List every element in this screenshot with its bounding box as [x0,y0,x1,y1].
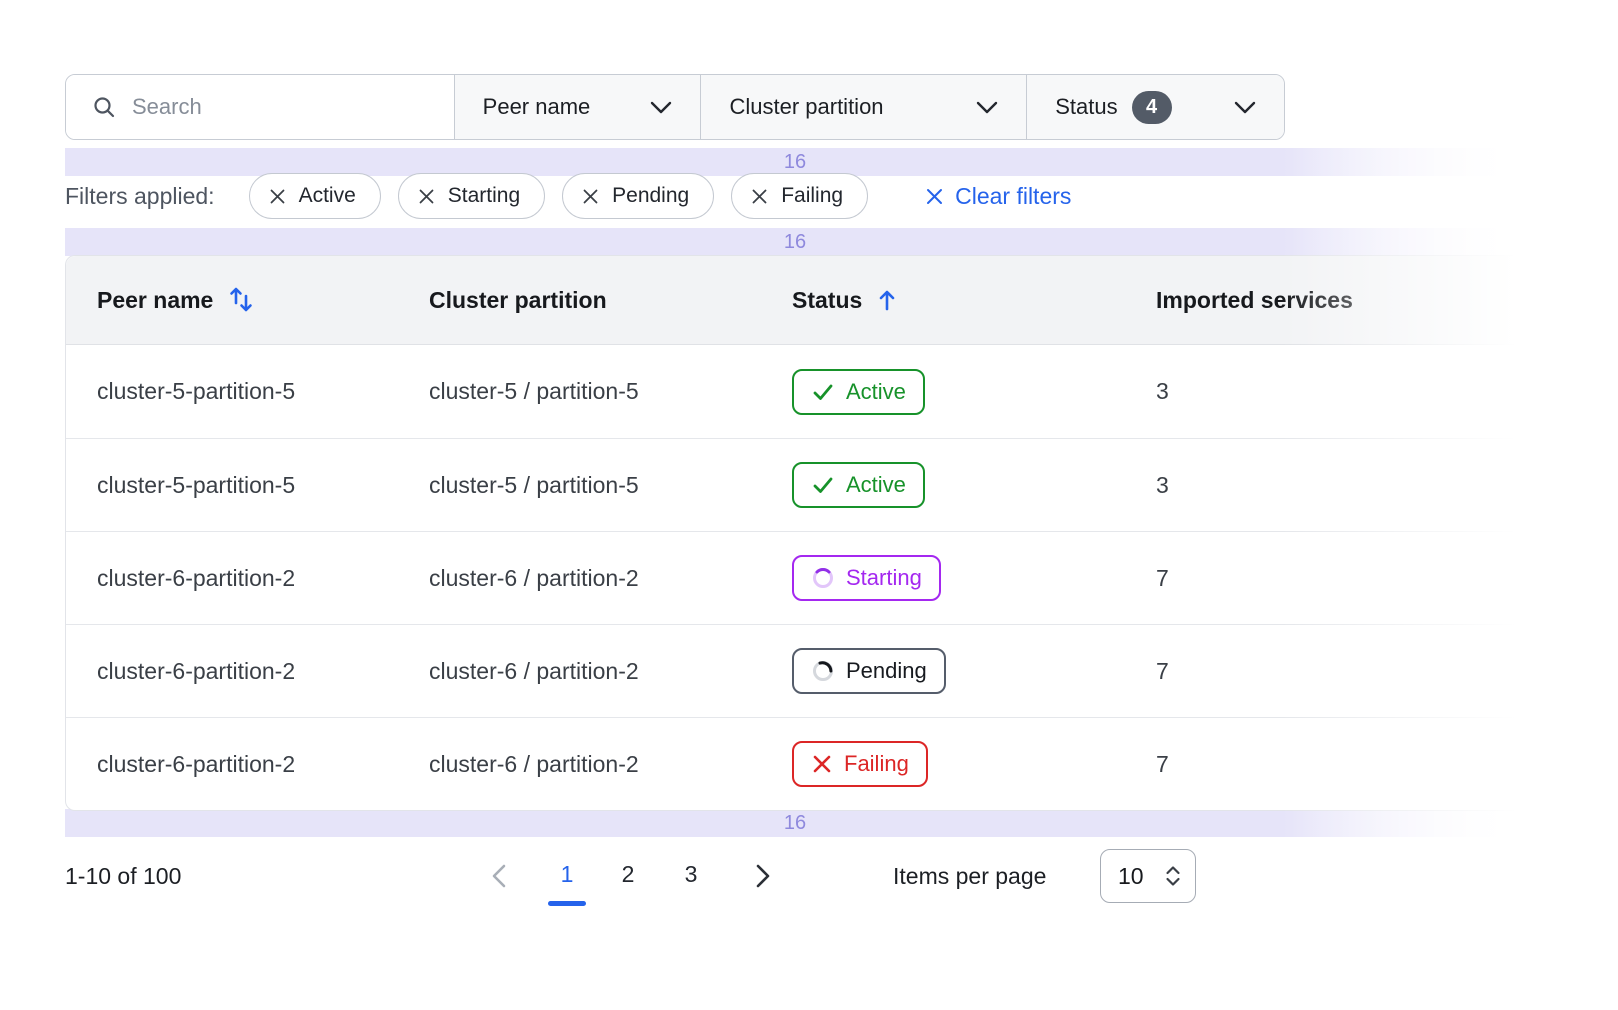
filter-chip-label: Starting [448,184,520,208]
status-badge-label: Active [846,379,906,405]
chevron-left-icon [492,864,506,888]
spacing-marker-label: 16 [784,231,806,254]
dropdown-label: Status [1055,94,1117,120]
filter-dropdown-status[interactable]: Status 4 [1026,75,1284,139]
cell-cluster-partition: cluster-6 / partition-2 [429,658,792,685]
status-badge-label: Failing [844,751,909,777]
cell-imported-services: 3 [1156,378,1618,405]
page-button-2[interactable]: 2 [617,861,639,888]
cell-imported-services: 3 [1156,472,1618,499]
page-button-3[interactable]: 3 [680,861,702,888]
filter-chip-label: Pending [612,184,689,208]
filters-applied-label: Filters applied: [65,183,215,210]
filter-chip-pending[interactable]: Pending [562,173,714,219]
cell-imported-services: 7 [1156,751,1618,778]
filters-applied-row: Filters applied: Active Starting Pending… [65,173,1071,219]
status-badge-label: Pending [846,658,927,684]
column-header-label: Cluster partition [429,287,607,313]
filter-chip-label: Failing [781,184,843,208]
prev-page-button[interactable] [486,858,512,894]
x-icon [811,753,833,775]
page-button-1[interactable]: 1 [556,861,578,888]
status-badge-active: Active [792,369,925,415]
status-badge-label: Starting [846,565,922,591]
status-count-badge: 4 [1132,91,1172,124]
close-icon[interactable] [582,188,599,205]
table-row: cluster-6-partition-2 cluster-6 / partit… [66,531,1618,624]
filter-chip-starting[interactable]: Starting [398,173,545,219]
spacing-marker-label: 16 [784,812,806,835]
sort-both-icon [227,285,255,315]
cell-imported-services: 7 [1156,658,1618,685]
close-icon[interactable] [751,188,768,205]
search-box[interactable] [66,75,454,139]
column-header-status[interactable]: Status [792,287,1156,314]
cell-cluster-partition: cluster-6 / partition-2 [429,751,792,778]
close-icon[interactable] [418,188,435,205]
dropdown-label: Cluster partition [729,94,883,120]
column-header-imported-services[interactable]: Imported services [1156,287,1618,314]
filter-toolbar: Peer name Cluster partition Status 4 [65,74,1285,140]
column-header-cluster-partition[interactable]: Cluster partition [429,287,792,314]
status-badge-active: Active [792,462,925,508]
cell-cluster-partition: cluster-5 / partition-5 [429,378,792,405]
pagination-range: 1-10 of 100 [65,863,181,890]
items-per-page-value: 10 [1118,863,1144,890]
table-row: cluster-5-partition-5 cluster-5 / partit… [66,438,1618,531]
clear-filters-button[interactable]: Clear filters [925,183,1071,210]
pagination-bar: 1-10 of 100 1 2 3 Items per page 10 [0,846,1618,926]
close-icon[interactable] [269,188,286,205]
search-icon [92,95,116,119]
column-header-label: Status [792,287,862,314]
status-badge-pending: Pending [792,648,946,694]
spacing-marker: 16 [65,148,1525,176]
dropdown-label: Peer name [483,94,591,120]
filter-dropdown-cluster-partition[interactable]: Cluster partition [700,75,1026,139]
peers-table: Peer name Cluster partition Status Impor… [65,255,1618,811]
table-row: cluster-6-partition-2 cluster-6 / partit… [66,717,1618,810]
clear-filters-label: Clear filters [955,183,1071,210]
table-row: cluster-5-partition-5 cluster-5 / partit… [66,345,1618,438]
column-header-label: Imported services [1156,287,1353,313]
stepper-chevrons-icon [1163,862,1183,890]
spacing-marker: 16 [65,228,1525,256]
status-badge-label: Active [846,472,906,498]
sort-asc-icon [876,288,898,312]
table-header-row: Peer name Cluster partition Status Impor… [66,256,1618,345]
cell-cluster-partition: cluster-5 / partition-5 [429,472,792,499]
search-input[interactable] [132,94,428,120]
chevron-down-icon [1234,101,1256,114]
spacing-marker-label: 16 [784,151,806,174]
status-badge-starting: Starting [792,555,941,601]
chevron-down-icon [650,101,672,114]
filter-chip-failing[interactable]: Failing [731,173,868,219]
chevron-down-icon [976,101,998,114]
spinner-icon [811,566,835,590]
close-icon [925,187,944,206]
cell-cluster-partition: cluster-6 / partition-2 [429,565,792,592]
check-icon [811,473,835,497]
cell-peer-name: cluster-6-partition-2 [66,658,429,685]
spacing-marker: 16 [65,809,1525,837]
table-row: cluster-6-partition-2 cluster-6 / partit… [66,624,1618,717]
column-header-label: Peer name [97,287,213,314]
chevron-right-icon [756,864,770,888]
spinner-icon [811,659,835,683]
cell-peer-name: cluster-6-partition-2 [66,565,429,592]
cell-peer-name: cluster-6-partition-2 [66,751,429,778]
cell-peer-name: cluster-5-partition-5 [66,378,429,405]
items-per-page-select[interactable]: 10 [1100,849,1196,903]
cell-imported-services: 7 [1156,565,1618,592]
filter-chip-active[interactable]: Active [249,173,381,219]
filter-dropdown-peer-name[interactable]: Peer name [454,75,701,139]
current-page-underline [548,901,586,906]
cell-peer-name: cluster-5-partition-5 [66,472,429,499]
items-per-page-label: Items per page [893,863,1046,890]
next-page-button[interactable] [750,858,776,894]
filter-chip-label: Active [299,184,356,208]
status-badge-failing: Failing [792,741,928,787]
column-header-peer-name[interactable]: Peer name [66,285,429,315]
check-icon [811,380,835,404]
